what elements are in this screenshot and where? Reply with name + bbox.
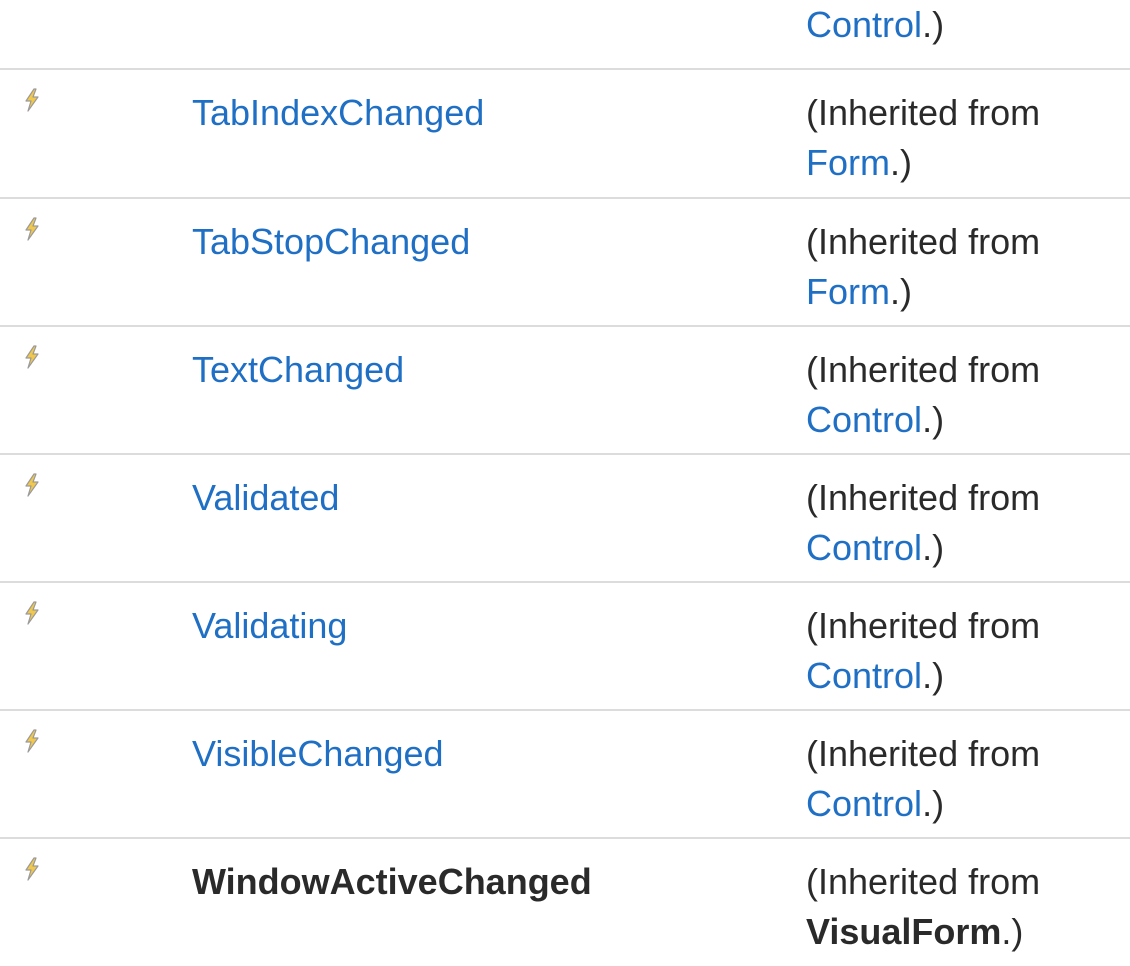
inherited-prefix: (Inherited from	[806, 92, 1041, 133]
event-row: Validating (Inherited from Control.)	[0, 582, 1130, 711]
inherited-description: (Inherited from VisualForm.)	[806, 857, 1130, 957]
event-lightning-icon	[25, 345, 39, 369]
inherited-suffix: .)	[922, 655, 945, 696]
event-row: VisibleChanged (Inherited from Control.)	[0, 710, 1130, 839]
inherited-from-link[interactable]: Control	[806, 399, 922, 440]
inherited-prefix: (Inherited from	[806, 605, 1041, 646]
inherited-description: (Inherited from Control.)	[806, 601, 1130, 701]
inherited-from-name: VisualForm	[806, 911, 1002, 952]
inherited-suffix: .)	[922, 4, 945, 45]
inherited-suffix: .)	[890, 142, 912, 183]
event-row: Validated (Inherited from Control.)	[0, 454, 1130, 583]
event-row: TextChanged (Inherited from Control.)	[0, 326, 1130, 455]
event-name: WindowActiveChanged	[192, 861, 592, 902]
inherited-prefix: (Inherited from	[806, 861, 1041, 902]
event-row: TabStopChanged (Inherited from Form.)	[0, 198, 1130, 327]
event-lightning-icon	[25, 729, 39, 753]
inherited-description: (Inherited from Control.)	[806, 473, 1130, 573]
inherited-prefix: (Inherited from	[806, 221, 1041, 262]
event-name-link[interactable]: Validating	[192, 601, 806, 651]
inherited-prefix: (Inherited from	[806, 733, 1041, 774]
event-lightning-icon	[25, 217, 39, 241]
event-lightning-icon	[25, 601, 39, 625]
event-row: WindowActiveChanged (Inherited from Visu…	[0, 838, 1130, 966]
inherited-description: Control.)	[806, 0, 944, 50]
inherited-prefix: (Inherited from	[806, 477, 1041, 518]
inherited-from-link[interactable]: Form	[806, 142, 890, 183]
inherited-suffix: .)	[922, 399, 945, 440]
event-name-link[interactable]: VisibleChanged	[192, 729, 806, 779]
event-lightning-icon	[25, 88, 39, 112]
inherited-description: (Inherited from Form.)	[806, 88, 1130, 188]
inherited-from-link[interactable]: Control	[806, 655, 922, 696]
event-row: TabIndexChanged (Inherited from Form.)	[0, 70, 1130, 199]
inherited-prefix: (Inherited from	[806, 349, 1041, 390]
event-lightning-icon	[25, 473, 39, 497]
inherited-from-link[interactable]: Form	[806, 271, 890, 312]
inherited-from-link[interactable]: Control	[806, 527, 922, 568]
event-name-link[interactable]: Validated	[192, 473, 806, 523]
inherited-description: (Inherited from Form.)	[806, 217, 1130, 317]
inherited-description: (Inherited from Control.)	[806, 729, 1130, 829]
event-name-link[interactable]: TextChanged	[192, 345, 806, 395]
event-name-link[interactable]: TabIndexChanged	[192, 88, 806, 138]
events-page: Control.) TabIndexChanged (Inherited fro…	[0, 0, 1130, 966]
inherited-suffix: .)	[922, 527, 945, 568]
event-name-link[interactable]: TabStopChanged	[192, 217, 806, 267]
inherited-from-link[interactable]: Control	[806, 4, 922, 45]
inherited-description: (Inherited from Control.)	[806, 345, 1130, 445]
inherited-suffix: .)	[922, 783, 945, 824]
events-row-partial: Control.)	[0, 0, 1130, 70]
events-table: TabIndexChanged (Inherited from Form.) T…	[0, 70, 1130, 966]
event-lightning-icon	[25, 857, 39, 881]
inherited-suffix: .)	[1001, 911, 1024, 952]
inherited-suffix: .)	[890, 271, 912, 312]
inherited-from-link[interactable]: Control	[806, 783, 922, 824]
